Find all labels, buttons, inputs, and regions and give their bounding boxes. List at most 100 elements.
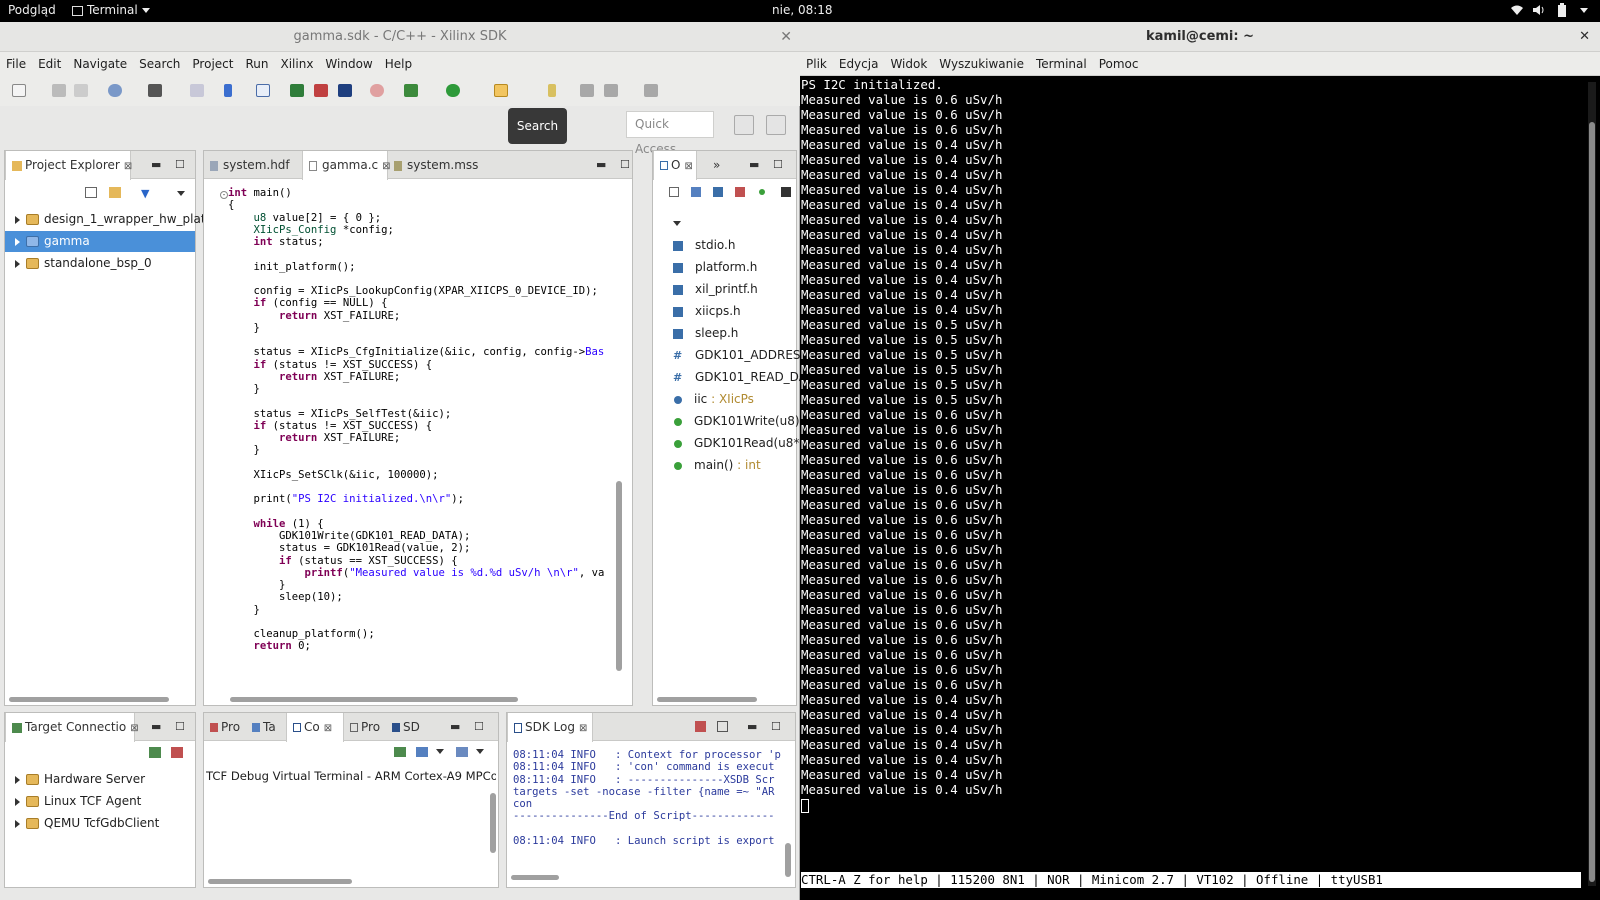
outline-item[interactable]: iic : XIicPs	[673, 389, 754, 410]
code-editor[interactable]: int main() { u8 value[2] = { 0 }; XIicPs…	[228, 187, 604, 653]
outline-item[interactable]: xil_printf.h	[673, 279, 758, 300]
console-icon[interactable]	[338, 84, 352, 97]
maximize-icon[interactable]: ☐	[620, 158, 630, 171]
back-icon[interactable]	[604, 84, 618, 97]
expand-arrow-icon[interactable]	[15, 819, 20, 828]
tab-properties[interactable]: Pro	[344, 713, 386, 741]
terminal-view-icon[interactable]	[256, 84, 270, 97]
hide-macros-icon[interactable]	[781, 187, 791, 197]
expand-arrow-icon[interactable]	[15, 237, 20, 246]
menu-navigate[interactable]: Navigate	[67, 52, 133, 76]
link-editor-icon[interactable]	[109, 187, 121, 198]
close-icon[interactable]: ✕	[1579, 22, 1590, 52]
tab-sdk-terminal[interactable]: SD	[386, 713, 426, 741]
outline-item[interactable]: # GDK101_ADDRESS	[673, 345, 808, 366]
tab-problems[interactable]: Pro	[204, 713, 246, 741]
vertical-scrollbar[interactable]	[785, 843, 791, 877]
tab-target-connections[interactable]: Target Connectio ⊠	[5, 713, 139, 742]
maximize-icon[interactable]: ☐	[771, 720, 781, 733]
tab-overflow[interactable]: »	[707, 151, 733, 179]
outline-item[interactable]: GDK101Write(u8) :	[673, 411, 807, 432]
program-fpga-icon[interactable]	[290, 84, 304, 97]
forward-icon[interactable]	[644, 84, 658, 97]
menu-edit[interactable]: Edit	[32, 52, 67, 76]
menu-search[interactable]: Search	[133, 52, 186, 76]
tab-console[interactable]: Co ⊠	[286, 713, 344, 742]
expand-arrow-icon[interactable]	[15, 797, 20, 806]
horizontal-scrollbar[interactable]	[208, 879, 352, 884]
debug-icon[interactable]	[404, 84, 418, 97]
outline-item[interactable]: sleep.h	[673, 323, 738, 344]
pin-console-icon[interactable]	[394, 747, 406, 757]
horizontal-scrollbar[interactable]	[511, 875, 559, 880]
tab-tasks[interactable]: Ta	[246, 713, 286, 741]
minimize-icon[interactable]: ▬	[747, 720, 757, 733]
tab-system-hdf[interactable]: system.hdf	[204, 151, 302, 179]
close-icon[interactable]: ✕	[780, 22, 792, 52]
tree-item-gamma[interactable]: gamma	[5, 231, 195, 252]
menu-xilinx[interactable]: Xilinx	[274, 52, 319, 76]
tree-item-design-1-wrapper[interactable]: design_1_wrapper_hw_platfc	[5, 209, 216, 230]
view-menu-icon[interactable]	[177, 191, 185, 196]
collapse-all-icon[interactable]	[85, 187, 97, 198]
display-console-dropdown-icon[interactable]	[436, 749, 444, 754]
maximize-icon[interactable]: ☐	[175, 158, 185, 171]
maximize-icon[interactable]: ☐	[773, 158, 783, 171]
terminal-scrollbar-thumb[interactable]	[1589, 122, 1595, 882]
fold-marker-icon[interactable]: -	[220, 191, 228, 199]
hide-fields-icon[interactable]	[713, 187, 723, 197]
preview-button[interactable]: Podgląd	[8, 3, 56, 17]
expand-arrow-icon[interactable]	[15, 259, 20, 268]
view-menu-icon[interactable]	[673, 221, 681, 226]
tree-item-linux-tcf-agent[interactable]: Linux TCF Agent	[5, 791, 141, 812]
minimize-icon[interactable]: ▬	[151, 720, 161, 733]
run-icon[interactable]	[446, 84, 460, 97]
open-console-icon[interactable]	[456, 747, 468, 757]
collapse-all-icon[interactable]	[669, 187, 679, 197]
hide-nonpublic-icon[interactable]	[759, 189, 765, 195]
menu-file[interactable]: File	[0, 52, 32, 76]
outline-item[interactable]: xiicps.h	[673, 301, 741, 322]
tab-gamma-c[interactable]: gamma.c ⊠	[302, 151, 391, 180]
copy-log-icon[interactable]	[717, 721, 728, 732]
outline-item[interactable]: platform.h	[673, 257, 757, 278]
minimize-icon[interactable]: ▬	[596, 158, 606, 171]
outline-item[interactable]: # GDK101_READ_DA	[673, 367, 807, 388]
save-all-icon[interactable]	[74, 84, 88, 97]
pointer-icon[interactable]	[224, 84, 232, 97]
battery-icon[interactable]	[1557, 3, 1567, 20]
manage-configurations-icon[interactable]	[108, 84, 122, 97]
xsdb-icon[interactable]	[314, 84, 328, 97]
build-icon[interactable]	[148, 84, 162, 97]
menu-edycja[interactable]: Edycja	[833, 52, 885, 76]
tab-sdk-log[interactable]: SDK Log ⊠	[507, 713, 593, 742]
clear-log-icon[interactable]	[695, 721, 706, 732]
horizontal-scrollbar[interactable]	[9, 697, 169, 702]
volume-icon[interactable]	[1532, 4, 1546, 19]
menu-pomoc[interactable]: Pomoc	[1093, 52, 1145, 76]
menu-plik[interactable]: Plik	[800, 52, 833, 76]
open-perspective-icon[interactable]	[734, 115, 754, 135]
annotation-icon[interactable]	[548, 84, 556, 97]
minimize-icon[interactable]: ▬	[151, 158, 161, 171]
app-menu[interactable]: Terminal	[72, 3, 150, 17]
cpp-perspective-icon[interactable]	[766, 115, 786, 135]
maximize-icon[interactable]: ☐	[474, 720, 484, 733]
new-icon[interactable]	[12, 84, 26, 97]
outline-item[interactable]: GDK101Read(u8*,	[673, 433, 803, 454]
wifi-icon[interactable]	[1510, 4, 1524, 19]
close-tab-icon[interactable]: ⊠	[324, 723, 332, 734]
save-icon[interactable]	[52, 84, 66, 97]
terminal-output[interactable]: PS I2C initialized. Measured value is 0.6…	[801, 77, 1581, 813]
minimize-icon[interactable]: ▬	[749, 158, 759, 171]
display-console-icon[interactable]	[416, 747, 428, 757]
menu-window[interactable]: Window	[319, 52, 378, 76]
system-menu-chevron-icon[interactable]	[1580, 8, 1588, 13]
vertical-scrollbar[interactable]	[616, 481, 622, 671]
vertical-scrollbar[interactable]	[490, 793, 496, 853]
build-all-icon[interactable]	[190, 84, 204, 97]
target-icon[interactable]	[370, 84, 384, 97]
tab-outline[interactable]: O ⊠	[653, 151, 697, 180]
expand-arrow-icon[interactable]	[15, 775, 20, 784]
horizontal-scrollbar[interactable]	[657, 697, 757, 702]
